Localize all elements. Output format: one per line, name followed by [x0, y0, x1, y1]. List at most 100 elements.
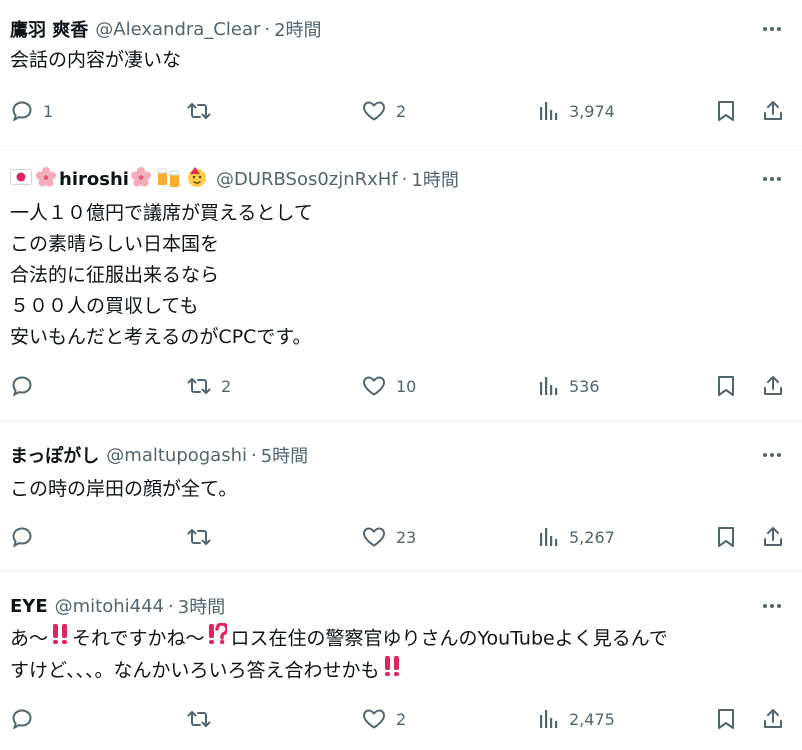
retweet-button[interactable]: 2: [186, 373, 231, 399]
bookmark-icon: [714, 525, 738, 549]
user-handle[interactable]: @mitohi444: [55, 596, 164, 617]
retweet-icon: [186, 99, 212, 123]
views-count: 5,267: [569, 527, 615, 547]
tweet-actions: 2 10 536: [0, 373, 802, 399]
user-handle[interactable]: @maltupogashi: [106, 445, 247, 466]
more-options-icon[interactable]: [760, 445, 784, 465]
analytics-bars-icon: [538, 708, 560, 730]
tweet-header: hiroshi @DURBSos0zjnRxHf · 1時間: [10, 165, 459, 194]
share-button[interactable]: [761, 98, 785, 124]
reply-icon: [10, 99, 34, 123]
retweet-count: 2: [221, 376, 232, 396]
reply-button[interactable]: [10, 524, 43, 550]
views-count: 536: [569, 376, 600, 396]
share-button[interactable]: [761, 524, 785, 550]
reply-icon: [10, 525, 34, 549]
text-fragment: ロス在住の警察官ゆりさんのYouTubeよく見るんで: [230, 627, 668, 650]
views-button[interactable]: 3,974: [538, 98, 615, 124]
beer-mugs-icon: [156, 165, 182, 194]
analytics-bars-icon: [538, 100, 560, 122]
reply-button[interactable]: [10, 706, 43, 732]
timestamp[interactable]: 3時間: [178, 593, 225, 619]
more-options-icon[interactable]: [760, 596, 784, 616]
tweet-text-line: あ〜 それですかね〜 ロス在住の警察官ゆりさんのYouTubeよく見るんで: [10, 622, 790, 655]
tweet-text-line: 合法的に征服出来るなら: [10, 264, 220, 286]
tweet-header: EYE @mitohi444 · 3時間: [10, 593, 225, 619]
tweet[interactable]: 鷹羽 爽香 @Alexandra_Clear · 2時間 会話の内容が凄いな 1…: [0, 0, 802, 150]
like-button[interactable]: 23: [361, 524, 416, 550]
heart-icon: [361, 374, 387, 398]
views-button[interactable]: 2,475: [538, 706, 615, 732]
views-count: 3,974: [569, 101, 615, 121]
like-button[interactable]: 2: [361, 706, 406, 732]
display-name[interactable]: hiroshi: [59, 169, 129, 190]
reply-button[interactable]: [10, 373, 43, 399]
text-fragment: あ〜: [10, 627, 49, 650]
tweet-header: 鷹羽 爽香 @Alexandra_Clear · 2時間: [10, 16, 322, 42]
tweet-text: 一人１０億円で議席が買えるとして この素晴らしい日本国を 合法的に征服出来るなら ５０…: [10, 198, 790, 353]
reply-icon: [10, 707, 34, 731]
like-button[interactable]: 2: [361, 98, 406, 124]
tweet-header: まっぽがし @maltupogashi · 5時間: [10, 442, 308, 468]
user-handle[interactable]: @Alexandra_Clear: [95, 19, 260, 40]
more-options-icon[interactable]: [760, 169, 784, 189]
display-name[interactable]: EYE: [10, 596, 48, 617]
tweet[interactable]: EYE @mitohi444 · 3時間 あ〜 それですかね〜 ロス在住の警察官ゆり…: [0, 572, 802, 750]
japan-flag-icon: [10, 168, 32, 190]
display-name[interactable]: まっぽがし: [10, 442, 99, 468]
tweet[interactable]: まっぽがし @maltupogashi · 5時間 この時の岸田の顔が全て。 2…: [0, 421, 802, 572]
like-button[interactable]: 10: [361, 373, 416, 399]
tweet-text: あ〜 それですかね〜 ロス在住の警察官ゆりさんのYouTubeよく見るんですけど、、…: [10, 622, 790, 687]
share-icon: [761, 99, 785, 123]
tweet-text-line: ５００人の買収しても: [10, 295, 199, 317]
retweet-button[interactable]: [186, 706, 221, 732]
reply-count: 1: [43, 101, 54, 121]
analytics-bars-icon: [538, 526, 560, 548]
heart-icon: [361, 99, 387, 123]
timestamp[interactable]: 1時間: [411, 166, 458, 192]
like-count: 10: [396, 376, 417, 396]
bookmark-button[interactable]: [714, 373, 738, 399]
views-button[interactable]: 5,267: [538, 524, 615, 550]
retweet-icon: [186, 707, 212, 731]
retweet-button[interactable]: [186, 524, 221, 550]
analytics-bars-icon: [538, 375, 560, 397]
reply-button[interactable]: 1: [10, 98, 53, 124]
user-handle[interactable]: @DURBSos0zjnRxHf: [216, 169, 398, 190]
bookmark-button[interactable]: [714, 98, 738, 124]
timestamp[interactable]: 5時間: [261, 442, 308, 468]
tweet-text-line: 一人１０億円で議席が買えるとして: [10, 202, 313, 224]
tweet-text-line: この素晴らしい日本国を: [10, 233, 220, 255]
tweet-text-line: 安いもんだと考えるのがCPCです。: [10, 326, 312, 348]
tweet-text: この時の岸田の顔が全て。: [10, 474, 790, 505]
timestamp[interactable]: 2時間: [274, 16, 321, 42]
bookmark-icon: [714, 374, 738, 398]
more-options-icon[interactable]: [760, 19, 784, 39]
tweet-actions: 1 2 3,974: [0, 98, 802, 124]
share-icon: [761, 707, 785, 731]
share-button[interactable]: [761, 373, 785, 399]
bookmark-icon: [714, 707, 738, 731]
tweet-text-line: この時の岸田の顔が全て。: [10, 478, 238, 500]
text-fragment: すけど、、、。なんかいろいろ答え合わせかも: [10, 659, 380, 682]
retweet-icon: [186, 374, 212, 398]
display-name[interactable]: 鷹羽 爽香: [10, 16, 88, 42]
bookmark-button[interactable]: [714, 706, 738, 732]
heart-icon: [361, 525, 387, 549]
retweet-button[interactable]: [186, 98, 221, 124]
retweet-icon: [186, 525, 212, 549]
party-face-icon: [185, 165, 209, 194]
heart-icon: [361, 707, 387, 731]
bookmark-button[interactable]: [714, 524, 738, 550]
sakura-icon: [35, 166, 57, 193]
tweet-actions: 2 2,475: [0, 706, 802, 732]
share-button[interactable]: [761, 706, 785, 732]
tweet[interactable]: hiroshi @DURBSos0zjnRxHf · 1時間 一人１０億円で議席…: [0, 150, 802, 421]
separator-dot: ·: [401, 168, 408, 190]
views-button[interactable]: 536: [538, 373, 600, 399]
double-exclamation-icon: [383, 655, 401, 687]
separator-dot: ·: [168, 595, 174, 617]
double-exclamation-icon: [51, 623, 69, 655]
tweet-text-line: 会話の内容が凄いな: [10, 49, 182, 71]
reply-icon: [10, 374, 34, 398]
